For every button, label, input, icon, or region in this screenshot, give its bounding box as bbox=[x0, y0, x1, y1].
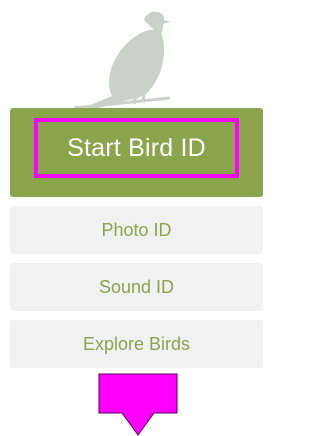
highlight-box: Start Bird ID bbox=[34, 118, 239, 178]
start-bird-id-label: Start Bird ID bbox=[67, 133, 206, 162]
bird-illustration-icon bbox=[73, 11, 171, 113]
photo-id-button[interactable]: Photo ID bbox=[10, 206, 263, 254]
explore-birds-label: Explore Birds bbox=[82, 333, 191, 354]
start-bird-id-button[interactable]: Start Bird ID bbox=[10, 108, 263, 197]
explore-birds-button[interactable]: Explore Birds bbox=[10, 320, 263, 368]
down-arrow-icon bbox=[98, 373, 178, 436]
sound-id-button[interactable]: Sound ID bbox=[10, 263, 263, 311]
photo-id-label: Photo ID bbox=[101, 219, 172, 240]
arrow-shape bbox=[98, 373, 178, 436]
sound-id-label: Sound ID bbox=[98, 276, 175, 297]
